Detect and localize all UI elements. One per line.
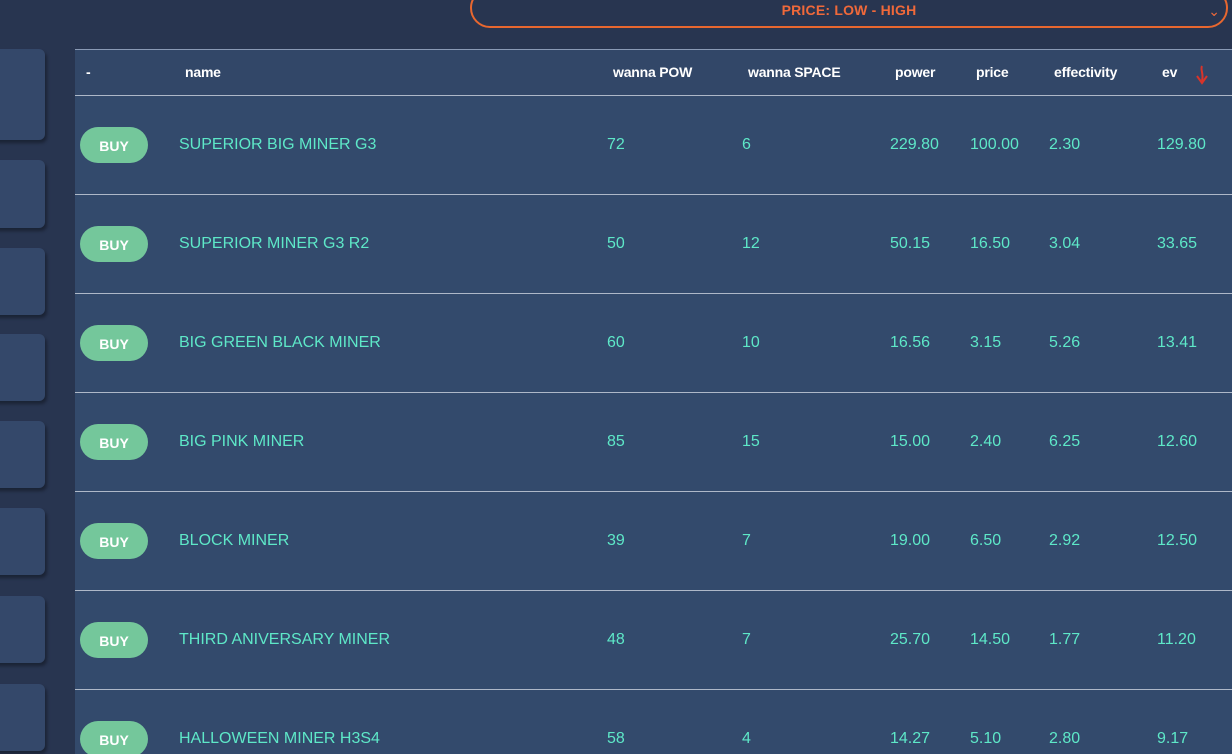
table-row: BUY SUPERIOR MINER G3 R2 50 12 50.15 16.50 3.0… <box>75 195 1232 294</box>
cell-power: 19.00 <box>890 532 931 549</box>
chevron-down-icon: ⌄ <box>1208 3 1220 19</box>
cell-name: BIG GREEN BLACK MINER <box>179 334 381 351</box>
sidebar-card[interactable] <box>0 508 45 575</box>
cell-power: 50.15 <box>890 235 931 252</box>
cell-power: 229.80 <box>890 136 939 153</box>
sort-descending-arrow-icon[interactable] <box>1194 64 1210 86</box>
header-power[interactable]: power <box>895 64 935 80</box>
sort-select-value: PRICE: LOW - HIGH <box>781 2 917 18</box>
sidebar-card[interactable] <box>0 421 45 488</box>
miners-table: - name wanna POW wanna SPACE power price… <box>75 49 1232 754</box>
cell-wanna-pow: 48 <box>607 631 625 648</box>
cell-name: BIG PINK MINER <box>179 433 305 450</box>
table-row: BUY BIG GREEN BLACK MINER 60 10 16.56 3.15 5.2… <box>75 294 1232 393</box>
buy-button[interactable]: BUY <box>80 325 148 361</box>
buy-button[interactable]: BUY <box>80 721 148 754</box>
sidebar <box>0 48 60 753</box>
buy-button[interactable]: BUY <box>80 127 148 163</box>
cell-price: 2.40 <box>970 433 1002 450</box>
cell-wanna-space: 4 <box>742 730 751 747</box>
cell-wanna-pow: 72 <box>607 136 625 153</box>
cell-wanna-space: 7 <box>742 532 751 549</box>
cell-wanna-pow: 85 <box>607 433 625 450</box>
cell-ev: 11.20 <box>1157 631 1196 648</box>
cell-ev: 12.50 <box>1157 532 1198 549</box>
table-header: - name wanna POW wanna SPACE power price… <box>75 50 1232 96</box>
header-effectivity[interactable]: effectivity <box>1054 64 1117 80</box>
cell-effectivity: 2.80 <box>1049 730 1081 747</box>
cell-wanna-space: 6 <box>742 136 751 153</box>
cell-effectivity: 5.26 <box>1049 334 1081 351</box>
header-action: - <box>86 64 91 80</box>
cell-name: THIRD ANIVERSARY MINER <box>179 631 391 648</box>
header-wanna-space[interactable]: wanna SPACE <box>748 64 841 80</box>
cell-name: SUPERIOR BIG MINER G3 <box>179 136 377 153</box>
sidebar-card[interactable] <box>0 49 45 140</box>
cell-name: SUPERIOR MINER G3 R2 <box>179 235 370 252</box>
cell-effectivity: 3.04 <box>1049 235 1081 252</box>
sidebar-card[interactable] <box>0 160 45 228</box>
table-body: BUY SUPERIOR BIG MINER G3 72 6 229.80 100.00 2… <box>75 96 1232 754</box>
cell-name: BLOCK MINER <box>179 532 290 549</box>
sort-select[interactable]: PRICE: LOW - HIGH ⌄ <box>470 0 1228 28</box>
cell-wanna-space: 7 <box>742 631 751 648</box>
cell-price: 16.50 <box>970 235 1011 252</box>
buy-button[interactable]: BUY <box>80 424 148 460</box>
cell-wanna-pow: 39 <box>607 532 625 549</box>
cell-ev: 13.41 <box>1157 334 1198 351</box>
table-row: BUY BLOCK MINER 39 7 19.00 6.50 2.92 12.50 <box>75 492 1232 591</box>
cell-ev: 129.80 <box>1157 136 1206 153</box>
cell-ev: 33.65 <box>1157 235 1198 252</box>
top-bar: PRICE: LOW - HIGH ⌄ <box>0 0 1232 48</box>
cell-effectivity: 2.30 <box>1049 136 1081 153</box>
cell-wanna-pow: 60 <box>607 334 625 351</box>
cell-power: 15.00 <box>890 433 931 450</box>
table-row: BUY SUPERIOR BIG MINER G3 72 6 229.80 100.00 2… <box>75 96 1232 195</box>
table-row: BUY HALLOWEEN MINER H3S4 58 4 14.27 5.10 2.80 9… <box>75 690 1232 754</box>
cell-price: 6.50 <box>970 532 1002 549</box>
header-price[interactable]: price <box>976 64 1009 80</box>
cell-price: 5.10 <box>970 730 1002 747</box>
buy-button[interactable]: BUY <box>80 622 148 658</box>
cell-effectivity: 1.77 <box>1049 631 1081 648</box>
cell-price: 3.15 <box>970 334 1002 351</box>
buy-button[interactable]: BUY <box>80 226 148 262</box>
buy-button[interactable]: BUY <box>80 523 148 559</box>
cell-wanna-pow: 58 <box>607 730 625 747</box>
cell-power: 16.56 <box>890 334 931 351</box>
cell-effectivity: 6.25 <box>1049 433 1081 450</box>
cell-effectivity: 2.92 <box>1049 532 1081 549</box>
table-row: BUY BIG PINK MINER 85 15 15.00 2.40 6.25 12.60 <box>75 393 1232 492</box>
cell-wanna-space: 10 <box>742 334 760 351</box>
cell-wanna-pow: 50 <box>607 235 625 252</box>
cell-ev: 12.60 <box>1157 433 1198 450</box>
cell-price: 100.00 <box>970 136 1019 153</box>
cell-price: 14.50 <box>970 631 1011 648</box>
sidebar-card[interactable] <box>0 684 45 751</box>
sidebar-card[interactable] <box>0 334 45 401</box>
sidebar-card[interactable] <box>0 248 45 315</box>
cell-power: 25.70 <box>890 631 931 648</box>
cell-power: 14.27 <box>890 730 931 747</box>
header-name[interactable]: name <box>185 64 221 80</box>
table-row: BUY THIRD ANIVERSARY MINER 48 7 25.70 14.50 1.… <box>75 591 1232 690</box>
sidebar-card[interactable] <box>0 596 45 663</box>
cell-wanna-space: 15 <box>742 433 760 450</box>
cell-wanna-space: 12 <box>742 235 760 252</box>
cell-ev: 9.17 <box>1157 730 1189 747</box>
header-wanna-pow[interactable]: wanna POW <box>613 64 692 80</box>
header-ev[interactable]: ev <box>1162 64 1177 80</box>
cell-name: HALLOWEEN MINER H3S4 <box>179 730 380 747</box>
